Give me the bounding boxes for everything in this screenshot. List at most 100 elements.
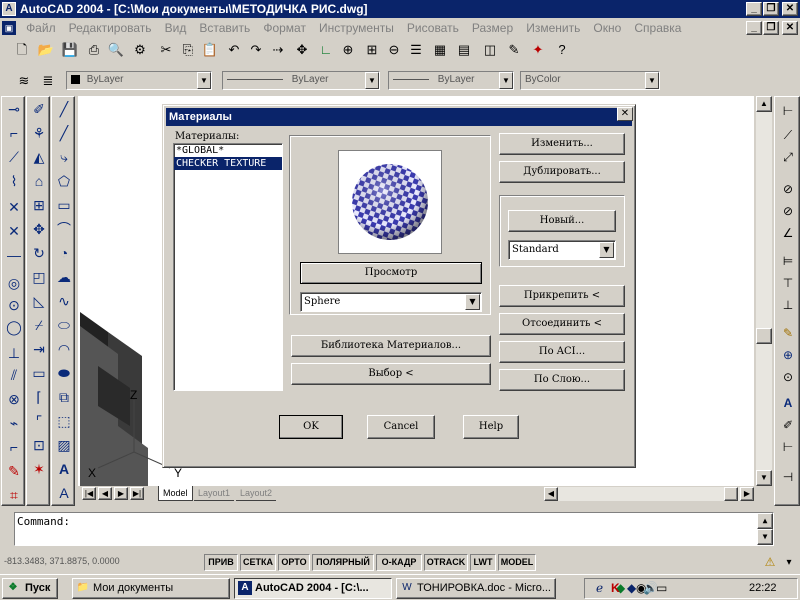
h-scroll-thumb[interactable] (724, 487, 738, 501)
keyboard-icon[interactable]: K (611, 581, 620, 595)
make-block-icon[interactable]: ⧉ (54, 387, 74, 407)
chevron-down-icon[interactable]: ▼ (599, 242, 614, 258)
circle-icon[interactable]: ◎ (4, 273, 24, 293)
extend-icon[interactable]: ⇥ (29, 339, 49, 359)
cmd-scroll-down-button[interactable]: ▼ (757, 529, 773, 545)
scroll-right-button[interactable]: ▶ (740, 487, 754, 501)
construction-line-icon[interactable]: ⌐ (4, 123, 24, 143)
quick-dim-icon[interactable]: ⊨ (778, 251, 798, 271)
doc-icon[interactable]: ▣ (2, 21, 16, 35)
diameter-dim-icon[interactable]: ⊘ (778, 201, 798, 221)
point-icon[interactable]: ⊥ (4, 343, 24, 363)
menu-tools[interactable]: Инструменты (314, 18, 399, 38)
cmd-scroll-up-button[interactable]: ▲ (757, 513, 773, 529)
ucs-icon[interactable]: ∟ (316, 40, 336, 60)
erase-icon[interactable]: ✐ (29, 99, 49, 119)
by-layer-button[interactable]: По Слою... (499, 369, 625, 391)
array-icon[interactable]: ⊞ (29, 195, 49, 215)
mirror-icon[interactable]: ◭ (29, 147, 49, 167)
grid-toggle[interactable]: СЕТКА (240, 554, 276, 571)
volume-icon[interactable]: 🔊 (643, 581, 658, 595)
help-icon[interactable]: ? (552, 40, 572, 60)
ortho-toggle[interactable]: ОРТО (278, 554, 310, 571)
comm-center-icon[interactable]: ⚠ (760, 554, 780, 571)
dim-style-icon[interactable]: ⊣ (778, 467, 798, 487)
list-item[interactable]: *GLOBAL* (174, 144, 282, 157)
plot-style-combo[interactable]: ByColor ▼ (520, 71, 660, 90)
dialog-close-button[interactable]: ✕ (617, 107, 633, 121)
cut-icon[interactable]: ✂ (156, 40, 176, 60)
multiline-edit-icon[interactable]: ✶ (29, 459, 49, 479)
zoom-realtime-icon[interactable]: ⊕ (338, 40, 358, 60)
layer-previous-icon[interactable]: ≣ (38, 71, 58, 91)
start-button[interactable]: ❖ Пуск (2, 578, 58, 599)
chevron-down-icon[interactable]: ▼ (197, 72, 211, 89)
polygon-icon[interactable]: ⌇ (4, 171, 24, 191)
materials-list[interactable]: *GLOBAL* CHECKER TEXTURE (173, 143, 283, 391)
region-icon[interactable]: ⌁ (4, 413, 24, 433)
scroll-left-button[interactable]: ◀ (544, 487, 558, 501)
trim-icon[interactable]: ⌿ (29, 315, 49, 335)
layer-color-combo[interactable]: ByLayer ▼ (66, 71, 212, 90)
properties-icon[interactable]: ☰ (406, 40, 426, 60)
materials-library-button[interactable]: Библиотека Материалов... (291, 335, 491, 357)
hatch-tool-icon[interactable]: ▨ (54, 435, 74, 455)
otrack-toggle[interactable]: OTRACK (424, 554, 468, 571)
plot-preview-icon[interactable]: 🔍 (106, 40, 126, 60)
select-button[interactable]: Выбор < (291, 363, 491, 385)
material-type-select[interactable]: Standard ▼ (508, 240, 616, 260)
chevron-down-icon[interactable]: ▼ (465, 294, 480, 310)
move-icon[interactable]: ✥ (29, 219, 49, 239)
ray-tool-icon[interactable]: ╱ (54, 123, 74, 143)
baseline-dim-icon[interactable]: ⊤ (778, 273, 798, 293)
xline-icon[interactable]: ✕ (4, 197, 24, 217)
explode-icon[interactable]: ⊡ (29, 435, 49, 455)
modify-button[interactable]: Изменить... (499, 133, 625, 155)
pan-icon[interactable]: ✥ (292, 40, 312, 60)
leader-icon[interactable]: ✎ (778, 323, 798, 343)
print-icon[interactable]: ⎙ (84, 40, 104, 60)
menu-help[interactable]: Справка (629, 18, 686, 38)
close-button[interactable]: ✕ (782, 2, 798, 16)
publish-icon[interactable]: ⚙ (130, 40, 150, 60)
spline-tool-icon[interactable]: ∿ (54, 291, 74, 311)
markup-icon[interactable]: ✎ (504, 40, 524, 60)
snap-toggle[interactable]: ПРИВ (204, 554, 238, 571)
point-tool-icon[interactable]: ⬚ (54, 411, 74, 431)
menu-window[interactable]: Окно (588, 18, 626, 38)
menu-view[interactable]: Вид (160, 18, 192, 38)
horizontal-scrollbar[interactable]: ◀ ▶ (544, 487, 754, 501)
line-icon[interactable]: ⊸ (4, 99, 24, 119)
by-aci-button[interactable]: По ACI... (499, 341, 625, 363)
rectangle-icon[interactable]: ▭ (54, 195, 74, 215)
tolerance-icon[interactable]: ⊕ (778, 345, 798, 365)
minimize-button[interactable]: _ (746, 2, 762, 16)
help-button[interactable]: Help (463, 415, 519, 439)
scroll-up-button[interactable]: ▲ (756, 96, 772, 112)
offset-icon[interactable]: ⌂ (29, 171, 49, 191)
rotate-icon[interactable]: ↻ (29, 243, 49, 263)
tool-palettes-icon[interactable]: ▤ (454, 40, 474, 60)
attach-button[interactable]: Прикрепить < (499, 285, 625, 307)
ordinate-dim-icon[interactable]: ⤢ (778, 147, 798, 167)
taskbar-item-my-documents[interactable]: 📁 Мои документы (72, 578, 230, 599)
tab-layout2[interactable]: Layout2 (236, 486, 277, 501)
command-window[interactable]: Command: ▲ ▼ (14, 512, 774, 546)
design-center-icon[interactable]: ▦ (430, 40, 450, 60)
doc-close-button[interactable]: ✕ (782, 21, 798, 35)
restore-button[interactable]: ❐ (763, 2, 779, 16)
new-icon[interactable]: 🗋 (12, 40, 32, 60)
tab-model[interactable]: Model (158, 486, 193, 501)
menu-modify[interactable]: Изменить (521, 18, 585, 38)
menu-draw[interactable]: Рисовать (402, 18, 464, 38)
linetype-combo[interactable]: ByLayer ▼ (222, 71, 380, 90)
copy-icon[interactable]: ⎘ (178, 40, 198, 60)
detach-button[interactable]: Отсоединить < (499, 313, 625, 335)
fillet-icon[interactable]: ⌜ (29, 411, 49, 431)
menu-file[interactable]: Файл (21, 18, 61, 38)
chamfer-icon[interactable]: ⌈ (29, 387, 49, 407)
taskbar-item-word[interactable]: W ТОНИРОВКА.doc - Micro... (396, 578, 556, 599)
track-icon[interactable]: ⇢ (268, 40, 288, 60)
ray-icon[interactable]: ✕ (4, 221, 24, 241)
next-tab-icon[interactable]: ▶ (114, 487, 128, 500)
